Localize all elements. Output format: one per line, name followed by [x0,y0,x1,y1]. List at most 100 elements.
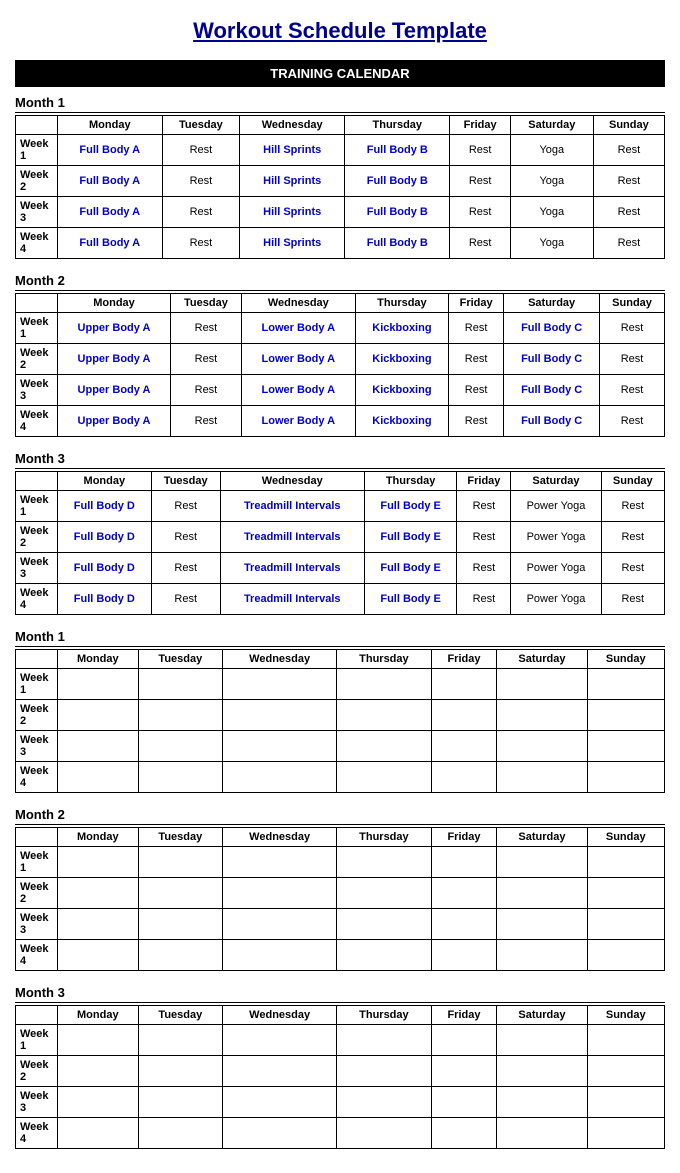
schedule-cell[interactable]: Rest [151,553,220,584]
schedule-cell[interactable]: Treadmill Intervals [220,491,364,522]
schedule-cell[interactable]: Rest [450,228,511,259]
empty-schedule-cell[interactable] [223,1056,337,1087]
schedule-cell[interactable]: Rest [600,344,665,375]
empty-schedule-cell[interactable] [138,847,222,878]
schedule-cell[interactable]: Rest [171,313,242,344]
schedule-cell[interactable]: Power Yoga [511,491,601,522]
empty-schedule-cell[interactable] [587,731,665,762]
schedule-cell[interactable]: Rest [457,553,511,584]
empty-schedule-cell[interactable] [497,878,587,909]
empty-schedule-cell[interactable] [587,1056,665,1087]
empty-schedule-cell[interactable] [223,940,337,971]
empty-schedule-cell[interactable] [587,1118,665,1149]
schedule-cell[interactable]: Rest [162,166,240,197]
schedule-cell[interactable]: Rest [450,135,511,166]
empty-schedule-cell[interactable] [138,762,222,793]
empty-schedule-cell[interactable] [138,909,222,940]
empty-schedule-cell[interactable] [223,1087,337,1118]
schedule-cell[interactable]: Rest [151,522,220,553]
empty-schedule-cell[interactable] [58,909,139,940]
empty-schedule-cell[interactable] [431,762,497,793]
empty-schedule-cell[interactable] [497,731,587,762]
schedule-cell[interactable]: Power Yoga [511,584,601,615]
empty-schedule-cell[interactable] [431,1025,497,1056]
schedule-cell[interactable]: Treadmill Intervals [220,553,364,584]
schedule-cell[interactable]: Power Yoga [511,553,601,584]
schedule-cell[interactable]: Full Body D [58,491,152,522]
empty-schedule-cell[interactable] [337,669,431,700]
empty-schedule-cell[interactable] [337,909,431,940]
empty-schedule-cell[interactable] [497,1025,587,1056]
schedule-cell[interactable]: Yoga [510,135,593,166]
schedule-cell[interactable]: Rest [151,491,220,522]
empty-schedule-cell[interactable] [431,669,497,700]
empty-schedule-cell[interactable] [337,847,431,878]
schedule-cell[interactable]: Lower Body A [241,406,355,437]
schedule-cell[interactable]: Rest [593,166,664,197]
empty-schedule-cell[interactable] [138,1118,222,1149]
schedule-cell[interactable]: Lower Body A [241,313,355,344]
empty-schedule-cell[interactable] [497,700,587,731]
empty-schedule-cell[interactable] [138,1087,222,1118]
schedule-cell[interactable]: Rest [600,313,665,344]
empty-schedule-cell[interactable] [431,847,497,878]
schedule-cell[interactable]: Full Body A [58,228,163,259]
empty-schedule-cell[interactable] [223,700,337,731]
schedule-cell[interactable]: Treadmill Intervals [220,522,364,553]
empty-schedule-cell[interactable] [223,1025,337,1056]
schedule-cell[interactable]: Rest [593,197,664,228]
schedule-cell[interactable]: Yoga [510,228,593,259]
empty-schedule-cell[interactable] [58,940,139,971]
schedule-cell[interactable]: Rest [600,375,665,406]
schedule-cell[interactable]: Treadmill Intervals [220,584,364,615]
empty-schedule-cell[interactable] [223,909,337,940]
schedule-cell[interactable]: Kickboxing [355,375,448,406]
empty-schedule-cell[interactable] [497,1087,587,1118]
empty-schedule-cell[interactable] [58,1025,139,1056]
schedule-cell[interactable]: Hill Sprints [240,166,345,197]
schedule-cell[interactable]: Rest [601,522,664,553]
empty-schedule-cell[interactable] [138,1025,222,1056]
empty-schedule-cell[interactable] [587,762,665,793]
schedule-cell[interactable]: Full Body B [345,228,450,259]
empty-schedule-cell[interactable] [223,669,337,700]
empty-schedule-cell[interactable] [337,878,431,909]
empty-schedule-cell[interactable] [431,731,497,762]
schedule-cell[interactable]: Kickboxing [355,406,448,437]
empty-schedule-cell[interactable] [431,940,497,971]
schedule-cell[interactable]: Upper Body A [58,375,171,406]
schedule-cell[interactable]: Hill Sprints [240,197,345,228]
schedule-cell[interactable]: Rest [601,584,664,615]
schedule-cell[interactable]: Full Body C [504,406,600,437]
empty-schedule-cell[interactable] [587,909,665,940]
empty-schedule-cell[interactable] [497,669,587,700]
empty-schedule-cell[interactable] [587,1025,665,1056]
schedule-cell[interactable]: Yoga [510,166,593,197]
empty-schedule-cell[interactable] [337,700,431,731]
empty-schedule-cell[interactable] [58,878,139,909]
schedule-cell[interactable]: Full Body D [58,553,152,584]
schedule-cell[interactable]: Lower Body A [241,344,355,375]
schedule-cell[interactable]: Rest [450,197,511,228]
schedule-cell[interactable]: Yoga [510,197,593,228]
empty-schedule-cell[interactable] [337,1087,431,1118]
schedule-cell[interactable]: Hill Sprints [240,228,345,259]
schedule-cell[interactable]: Rest [457,522,511,553]
empty-schedule-cell[interactable] [58,847,139,878]
schedule-cell[interactable]: Power Yoga [511,522,601,553]
schedule-cell[interactable]: Full Body E [364,553,457,584]
schedule-cell[interactable]: Full Body D [58,584,152,615]
empty-schedule-cell[interactable] [497,1056,587,1087]
empty-schedule-cell[interactable] [138,731,222,762]
empty-schedule-cell[interactable] [223,1118,337,1149]
empty-schedule-cell[interactable] [58,762,139,793]
empty-schedule-cell[interactable] [497,847,587,878]
empty-schedule-cell[interactable] [587,847,665,878]
empty-schedule-cell[interactable] [497,762,587,793]
empty-schedule-cell[interactable] [587,1087,665,1118]
empty-schedule-cell[interactable] [431,878,497,909]
schedule-cell[interactable]: Kickboxing [355,313,448,344]
empty-schedule-cell[interactable] [58,1118,139,1149]
empty-schedule-cell[interactable] [337,1025,431,1056]
empty-schedule-cell[interactable] [337,731,431,762]
